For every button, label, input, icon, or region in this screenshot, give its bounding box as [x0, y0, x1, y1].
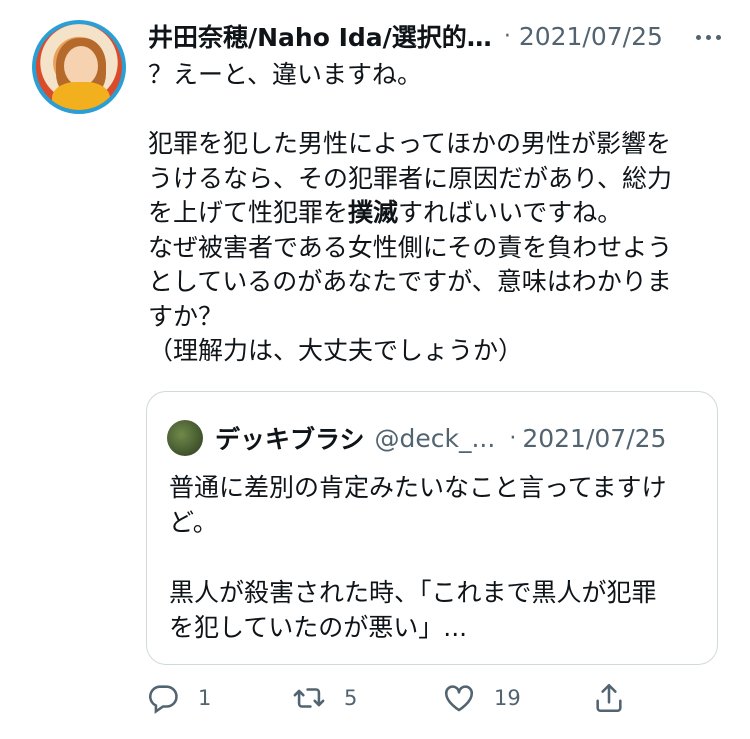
tweet-text-segment: を上げて性犯罪を [148, 198, 349, 227]
tweet-line: うけるなら、その犯罪者に原因だがあり、総力 [148, 163, 673, 193]
tweet-text: ？えーと、違いますね。 犯罪を犯した男性によってほかの男性が影響を うけるなら、そ… [148, 58, 718, 369]
quoted-line: 黒人が殺害された時、「これまで黒人が犯罪 [169, 578, 657, 607]
heart-icon [444, 685, 474, 712]
quoted-avatar [167, 420, 203, 456]
tweet-text-segment: すればいいですね。 [398, 198, 623, 227]
tweet-actions: 1 5 19 [146, 676, 646, 720]
tweet-line: としているのがあなたですが、意味はわかりま [148, 267, 672, 296]
tweet-line: なぜ被害者である女性側にその責を負わせよう [148, 232, 673, 262]
share-button[interactable] [592, 676, 644, 720]
quoted-header: デッキブラシ @deck_... · 2021/07/25 [167, 418, 701, 458]
tweet-line: 犯罪を犯した男性によってほかの男性が影響を [148, 129, 672, 158]
quoted-tweet[interactable]: デッキブラシ @deck_... · 2021/07/25 普通に差別の肯定みた… [146, 391, 718, 665]
quoted-line: 普通に差別の肯定みたいなこと言ってますけ [169, 473, 667, 502]
tweet-line: を上げて性犯罪を撲滅すればいいですね。 [148, 196, 718, 231]
like-button[interactable]: 19 [442, 676, 521, 720]
retweet-count: 5 [344, 686, 358, 710]
quoted-line: ど。 [169, 508, 218, 537]
tweet-header: 井田奈穂/Naho Ida/選択的… · 2021/07/25 [148, 14, 728, 58]
quoted-line: を犯していたのが悪い」... [169, 613, 468, 642]
reply-button[interactable]: 1 [146, 676, 211, 720]
quoted-date: 2021/07/25 [522, 423, 667, 453]
quoted-author-name: デッキブラシ [215, 425, 365, 454]
more-horizontal-icon[interactable] [688, 22, 728, 52]
reply-count: 1 [198, 686, 212, 710]
tweet-line: すか？ [148, 301, 224, 331]
reply-icon [149, 685, 178, 714]
quoted-handle: @deck_... [374, 423, 496, 453]
avatar-face [64, 46, 98, 86]
header-separator: · [503, 23, 511, 49]
author-avatar[interactable] [32, 20, 126, 114]
tweet-line: ？えーと、違いますね。 [148, 60, 423, 89]
avatar-shirt [52, 82, 110, 110]
tweet-line: （理解力は、大丈夫でしょうか） [148, 336, 524, 365]
quoted-line-blank [169, 540, 699, 575]
quoted-text: 普通に差別の肯定みたいなこと言ってますけ ど。 黒人が殺害された時、「これまで黒人… [169, 470, 699, 645]
like-count: 19 [494, 686, 521, 710]
tweet-date[interactable]: 2021/07/25 [519, 22, 663, 51]
tweet-text-bold: 撲滅 [348, 198, 399, 227]
author-name[interactable]: 井田奈穂/Naho Ida/選択的… [148, 18, 492, 54]
share-icon [596, 683, 622, 713]
quoted-separator: · [509, 425, 517, 451]
retweet-icon [293, 688, 325, 708]
retweet-button[interactable]: 5 [292, 676, 357, 720]
